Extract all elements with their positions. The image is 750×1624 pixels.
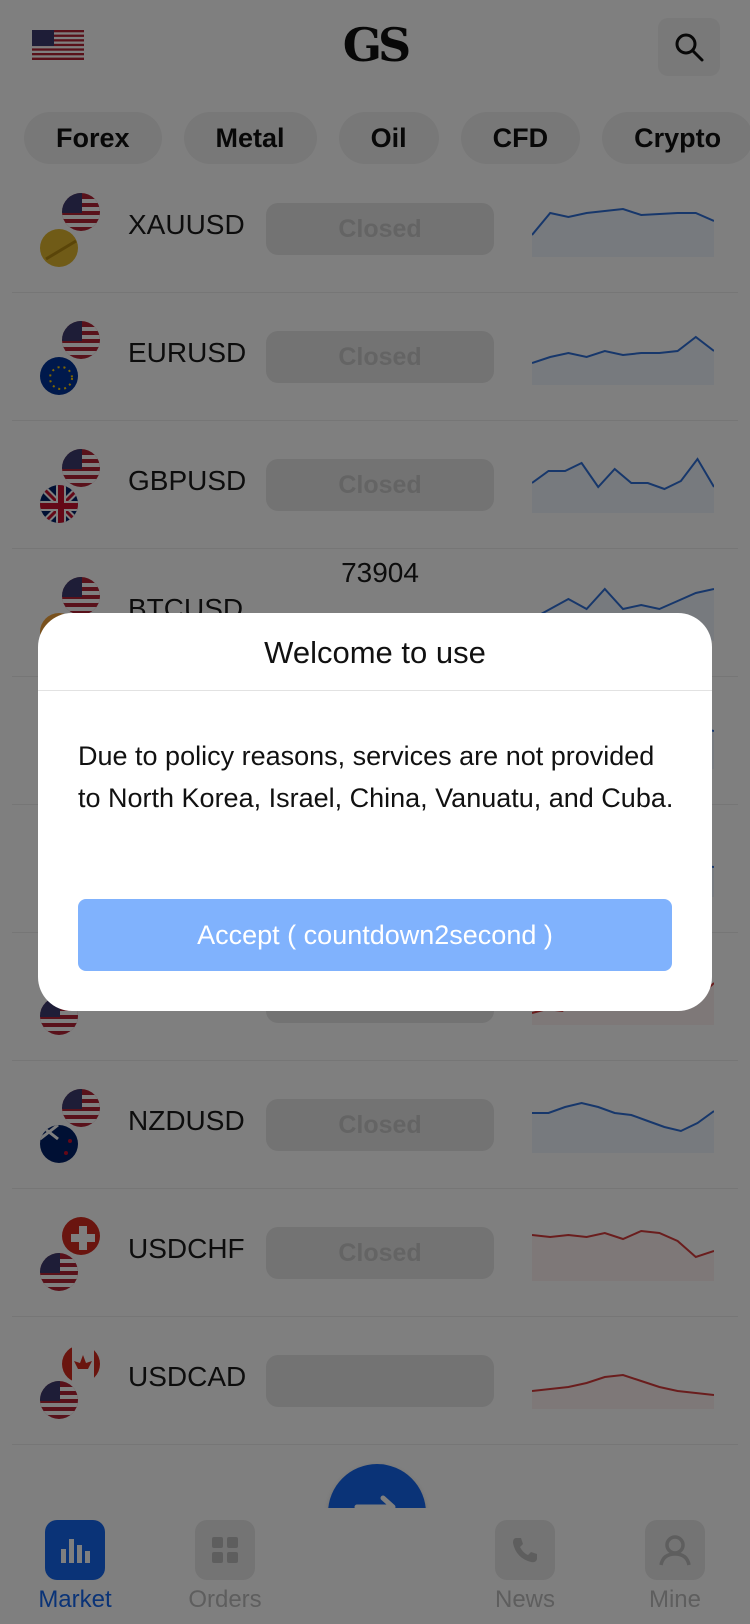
dialog-title: Welcome to use (38, 613, 712, 691)
welcome-dialog: Welcome to use Due to policy reasons, se… (38, 613, 712, 1011)
accept-button[interactable]: Accept ( countdown2second ) (78, 899, 672, 971)
dialog-message: Due to policy reasons, services are not … (78, 741, 674, 813)
